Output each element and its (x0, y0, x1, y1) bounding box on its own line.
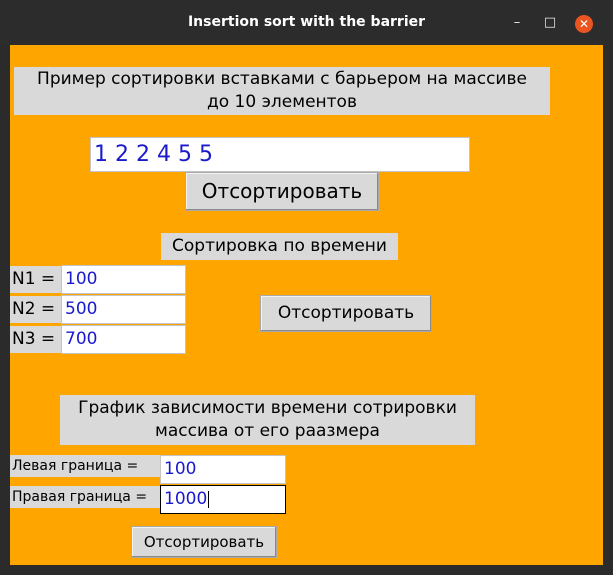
n2-label: N2 = (10, 296, 61, 323)
title-bar[interactable]: Insertion sort with the barrier – □ ✕ (0, 0, 613, 45)
array-sort-heading: Пример сортировки вставками с барьером н… (14, 67, 550, 115)
n3-label: N3 = (10, 326, 61, 353)
n3-input[interactable]: 700 (61, 325, 186, 354)
time-sort-heading: Сортировка по времени (161, 233, 398, 260)
graph-heading-line2: массива от его раазмера (155, 421, 380, 441)
app-window: Insertion sort with the barrier – □ ✕ Пр… (0, 0, 613, 575)
right-bound-value: 1000 (164, 489, 208, 509)
n1-input[interactable]: 100 (61, 265, 186, 294)
main-panel: Пример сортировки вставками с барьером н… (10, 45, 603, 565)
text-caret (208, 490, 210, 508)
n1-label: N1 = (10, 266, 61, 293)
array-sort-heading-line2: до 10 элементов (207, 92, 357, 112)
n2-input[interactable]: 500 (61, 295, 186, 324)
left-bound-label: Левая граница = (10, 455, 160, 477)
close-icon[interactable]: ✕ (575, 15, 593, 33)
sort-graph-button[interactable]: Отсортировать (131, 526, 277, 558)
maximize-icon[interactable]: □ (541, 14, 559, 32)
right-bound-label: Правая граница = (10, 486, 160, 508)
graph-heading-line1: График зависимости времени сотрировки (78, 398, 457, 418)
minimize-icon[interactable]: – (508, 14, 526, 32)
array-sort-heading-line1: Пример сортировки вставками с барьером н… (37, 69, 527, 89)
graph-heading: График зависимости времени сотрировки ма… (60, 395, 475, 445)
sort-time-button[interactable]: Отсортировать (260, 295, 432, 332)
array-input[interactable]: 1 2 2 4 5 5 (90, 137, 470, 172)
sort-array-button[interactable]: Отсортировать (185, 172, 379, 211)
right-bound-input[interactable]: 1000 (160, 485, 286, 514)
left-bound-input[interactable]: 100 (160, 455, 286, 484)
